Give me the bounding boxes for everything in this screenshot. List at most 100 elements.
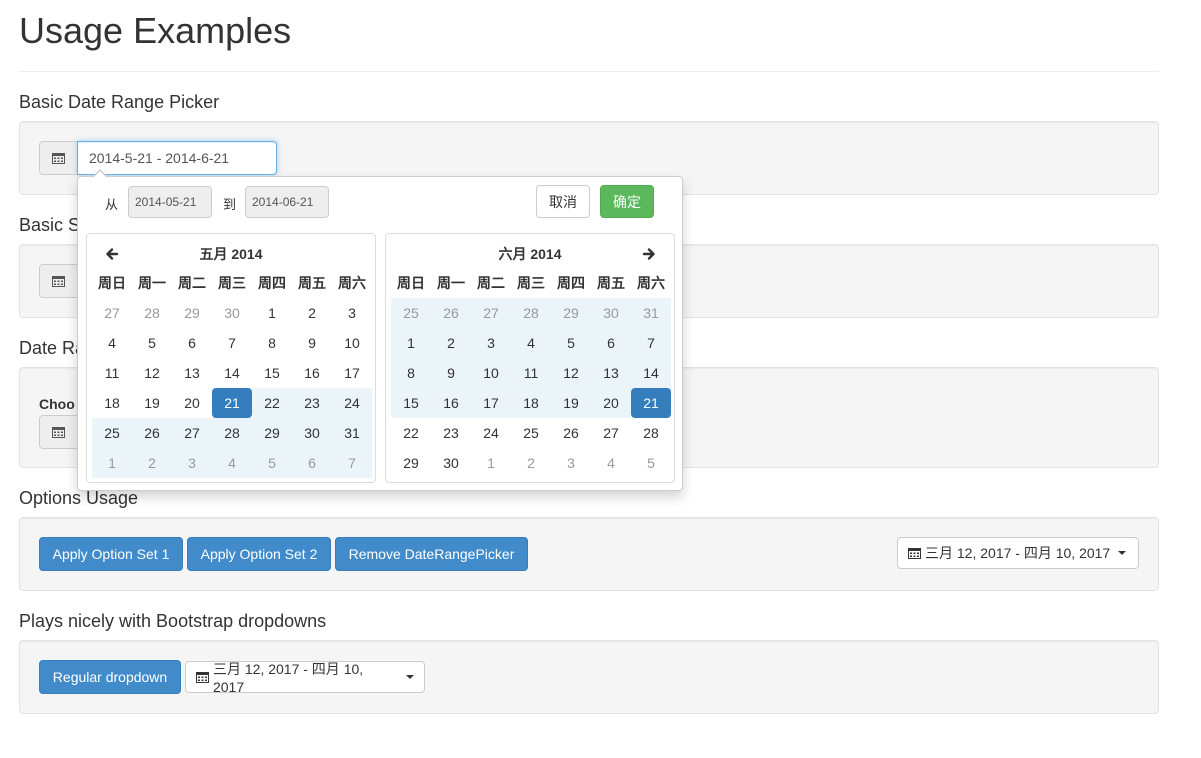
calendar-day[interactable]: 26 (431, 298, 471, 328)
calendar-day[interactable]: 3 (332, 298, 372, 328)
calendar-day[interactable]: 28 (631, 418, 671, 448)
calendar-day[interactable]: 8 (391, 358, 431, 388)
calendar-day[interactable]: 13 (172, 358, 212, 388)
end-date-field[interactable]: 2014-06-21 (245, 186, 329, 218)
calendar-day[interactable]: 30 (431, 448, 471, 478)
calendar-day[interactable]: 19 (132, 388, 172, 418)
calendar-day[interactable]: 3 (471, 328, 511, 358)
arrow-right-icon[interactable] (642, 247, 656, 261)
calendar-day[interactable]: 21 (212, 388, 252, 418)
calendar-day[interactable]: 27 (591, 418, 631, 448)
calendar-day[interactable]: 16 (431, 388, 471, 418)
dropdown-range-button[interactable]: 三月 12, 2017 - 四月 10, 2017 (185, 661, 425, 695)
calendar-day[interactable]: 20 (591, 388, 631, 418)
calendar-day[interactable]: 1 (92, 448, 132, 478)
calendar-day[interactable]: 10 (471, 358, 511, 388)
calendar-day[interactable]: 1 (471, 448, 511, 478)
calendar-day[interactable]: 25 (511, 418, 551, 448)
calendar-day[interactable]: 28 (132, 298, 172, 328)
calendar-day[interactable]: 30 (292, 418, 332, 448)
calendar-day[interactable]: 23 (431, 418, 471, 448)
calendar-day[interactable]: 9 (431, 358, 471, 388)
calendar-day[interactable]: 24 (332, 388, 372, 418)
calendar-day[interactable]: 5 (631, 448, 671, 478)
calendar-day[interactable]: 4 (511, 328, 551, 358)
calendar-day[interactable]: 4 (591, 448, 631, 478)
calendar-day[interactable]: 16 (292, 358, 332, 388)
start-date-field[interactable]: 2014-05-21 (128, 186, 212, 218)
calendar-day[interactable]: 18 (92, 388, 132, 418)
page-title: Usage Examples (19, 10, 292, 51)
calendar-day[interactable]: 14 (631, 358, 671, 388)
calendar-day[interactable]: 30 (591, 298, 631, 328)
calendar-day[interactable]: 31 (332, 418, 372, 448)
calendar-day[interactable]: 2 (132, 448, 172, 478)
calendar-day[interactable]: 15 (252, 358, 292, 388)
calendar-day[interactable]: 30 (212, 298, 252, 328)
calendar-day[interactable]: 3 (172, 448, 212, 478)
calendar-day[interactable]: 1 (252, 298, 292, 328)
calendar-day[interactable]: 26 (132, 418, 172, 448)
calendar-day[interactable]: 12 (132, 358, 172, 388)
calendar-day[interactable]: 7 (631, 328, 671, 358)
calendar-day[interactable]: 25 (92, 418, 132, 448)
apply-option-set-1-button[interactable]: Apply Option Set 1 (39, 537, 183, 571)
calendar-day[interactable]: 6 (591, 328, 631, 358)
remove-daterangepicker-button[interactable]: Remove DateRangePicker (335, 537, 528, 571)
calendar-day[interactable]: 29 (391, 448, 431, 478)
calendar-day[interactable]: 27 (92, 298, 132, 328)
calendar-day[interactable]: 29 (172, 298, 212, 328)
calendar-day[interactable]: 19 (551, 388, 591, 418)
calendar-day[interactable]: 13 (591, 358, 631, 388)
calendar-day[interactable]: 2 (431, 328, 471, 358)
date-range-input[interactable] (77, 141, 277, 175)
calendar-day[interactable]: 12 (551, 358, 591, 388)
apply-button[interactable]: 确定 (600, 185, 654, 218)
calendar-day[interactable]: 21 (631, 388, 671, 418)
calendar-day[interactable]: 27 (471, 298, 511, 328)
calendar-day[interactable]: 24 (471, 418, 511, 448)
calendar-day[interactable]: 7 (212, 328, 252, 358)
calendar-day[interactable]: 27 (172, 418, 212, 448)
calendar-day[interactable]: 20 (172, 388, 212, 418)
options-range-dropdown[interactable]: 三月 12, 2017 - 四月 10, 2017 (897, 537, 1139, 569)
calendar-day[interactable]: 1 (391, 328, 431, 358)
calendar-day[interactable]: 23 (292, 388, 332, 418)
calendar-day[interactable]: 9 (292, 328, 332, 358)
calendar-day[interactable]: 8 (252, 328, 292, 358)
calendar-day[interactable]: 3 (551, 448, 591, 478)
calendar-day[interactable]: 26 (551, 418, 591, 448)
calendar-day[interactable]: 28 (212, 418, 252, 448)
calendar-day[interactable]: 17 (332, 358, 372, 388)
calendar-day[interactable]: 29 (551, 298, 591, 328)
calendar-right: 六月 2014 周日 周一 周二 周三 周四 周五 周六 25 26 27 28 29 30 31 1 2 3 4… (385, 233, 675, 483)
calendar-day[interactable]: 29 (252, 418, 292, 448)
calendar-day[interactable]: 2 (292, 298, 332, 328)
calendar-day[interactable]: 31 (631, 298, 671, 328)
calendar-day[interactable]: 25 (391, 298, 431, 328)
calendar-day[interactable]: 14 (212, 358, 252, 388)
calendar-day[interactable]: 7 (332, 448, 372, 478)
calendar-day[interactable]: 5 (132, 328, 172, 358)
calendar-day[interactable]: 28 (511, 298, 551, 328)
calendar-day[interactable]: 22 (252, 388, 292, 418)
calendar-day[interactable]: 22 (391, 418, 431, 448)
calendar-addon-single (39, 264, 78, 298)
calendar-day[interactable]: 11 (92, 358, 132, 388)
calendar-day[interactable]: 4 (92, 328, 132, 358)
calendar-day[interactable]: 6 (292, 448, 332, 478)
calendar-day[interactable]: 18 (511, 388, 551, 418)
cancel-button[interactable]: 取消 (536, 185, 590, 218)
calendar-day[interactable]: 2 (511, 448, 551, 478)
calendar-day[interactable]: 11 (511, 358, 551, 388)
calendar-day[interactable]: 15 (391, 388, 431, 418)
apply-option-set-2-button[interactable]: Apply Option Set 2 (187, 537, 331, 571)
calendar-day[interactable]: 17 (471, 388, 511, 418)
calendar-day[interactable]: 5 (252, 448, 292, 478)
calendar-day[interactable]: 4 (212, 448, 252, 478)
section-heading-dropdowns: Plays nicely with Bootstrap dropdowns (19, 611, 327, 631)
regular-dropdown-button[interactable]: Regular dropdown (39, 660, 181, 694)
calendar-day[interactable]: 5 (551, 328, 591, 358)
calendar-day[interactable]: 10 (332, 328, 372, 358)
calendar-day[interactable]: 6 (172, 328, 212, 358)
